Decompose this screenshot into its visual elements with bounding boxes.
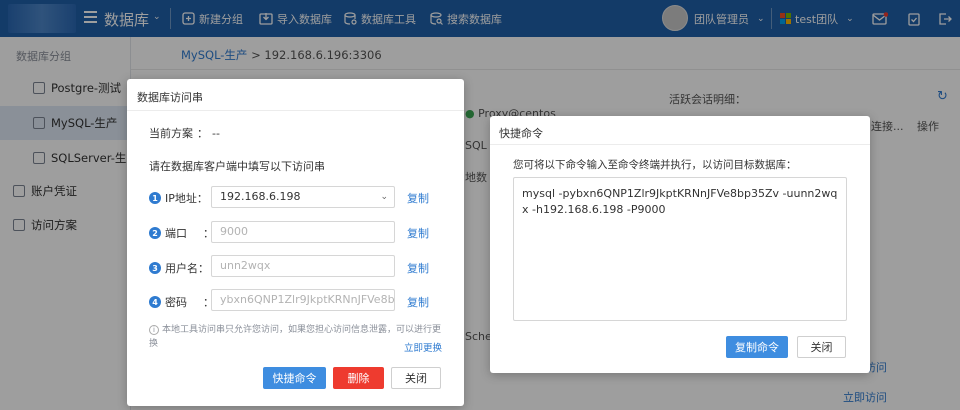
password-field[interactable]: ybxn6QNP1Zlr9JkptKRNnJFVe8bp35Zv (211, 289, 395, 311)
port-label: 端口 (165, 227, 187, 240)
username-field[interactable]: unn2wqx (211, 255, 395, 277)
password-label: 密码 (165, 296, 187, 309)
username-label-row: 3 用户名： (149, 260, 209, 276)
copy-password-link[interactable]: 复制 (407, 294, 429, 310)
copy-username-link[interactable]: 复制 (407, 260, 429, 276)
access-string-dialog: 数据库访问串 当前方案 ： -- 请在数据库客户端中填写以下访问串 1 IP地址… (127, 79, 464, 406)
quick-command-dialog: 快捷命令 您可将以下命令输入至命令终端并执行，以访问目标数据库： mysql -… (490, 116, 870, 373)
dialog-title: 快捷命令 (499, 127, 543, 140)
ip-value: 192.168.6.198 (220, 190, 301, 203)
divider (490, 144, 870, 145)
instruction-text: 您可将以下命令输入至命令终端并执行，以访问目标数据库： (513, 159, 797, 171)
ip-label: IP地址： (165, 192, 208, 205)
dialog-title: 数据库访问串 (137, 91, 203, 104)
chevron-down-icon: ⌄ (380, 192, 388, 202)
copy-ip-link[interactable]: 复制 (407, 190, 429, 206)
info-icon: i (149, 325, 159, 335)
step-number-badge: 3 (149, 262, 161, 274)
step-number-badge: 2 (149, 227, 161, 239)
username-label: 用户名： (165, 262, 209, 275)
change-now-link[interactable]: 立即更换 (404, 340, 442, 354)
step-number-badge: 1 (149, 192, 161, 204)
command-textarea[interactable]: mysql -pybxn6QNP1Zlr9JkptKRNnJFVe8bp35Zv… (513, 177, 847, 321)
security-note-text: 本地工具访问串只允许您访问，如果您担心访问信息泄露，可以进行更换 (149, 325, 442, 349)
password-label-row: 4 密码 ： (149, 294, 214, 310)
close-button[interactable]: 关闭 (797, 336, 846, 358)
copy-command-button[interactable]: 复制命令 (726, 336, 788, 358)
current-plan-colon: ： (197, 127, 208, 140)
port-field[interactable]: 9000 (211, 221, 395, 243)
ip-label-row: 1 IP地址： (149, 190, 208, 206)
delete-button[interactable]: 删除 (333, 367, 384, 389)
ip-select[interactable]: 192.168.6.198 ⌄ (211, 186, 395, 208)
divider (127, 110, 464, 111)
port-label-row: 2 端口 ： (149, 225, 214, 241)
close-button[interactable]: 关闭 (391, 367, 441, 389)
current-plan-value: -- (212, 126, 220, 140)
instruction-text: 请在数据库客户端中填写以下访问串 (149, 160, 325, 173)
security-note: i 本地工具访问串只允许您访问，如果您担心访问信息泄露，可以进行更换 (149, 323, 444, 351)
step-number-badge: 4 (149, 296, 161, 308)
quick-command-button[interactable]: 快捷命令 (263, 367, 326, 389)
current-plan-label: 当前方案 (149, 127, 193, 140)
copy-port-link[interactable]: 复制 (407, 225, 429, 241)
current-plan-row: 当前方案 ： -- (149, 125, 220, 141)
